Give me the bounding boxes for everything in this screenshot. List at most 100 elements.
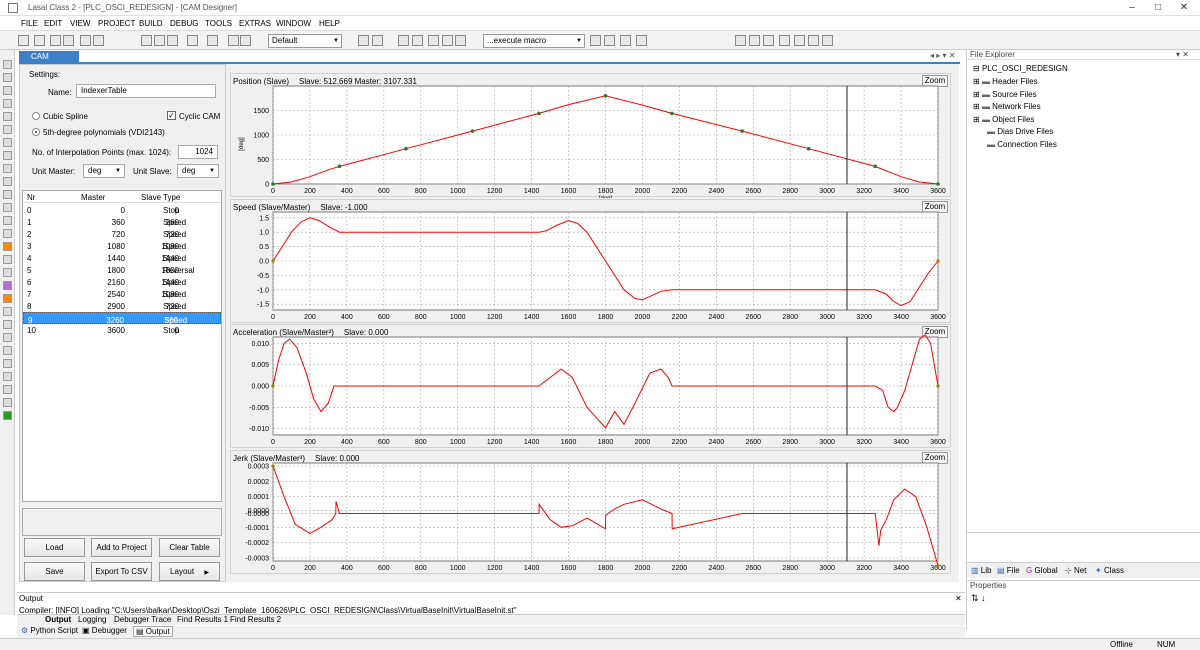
tab-file[interactable]: ▤ File	[997, 566, 1020, 575]
zoom-window-icon[interactable]	[822, 35, 833, 46]
cubic-spline-radio[interactable]	[32, 112, 40, 120]
tool-icon-2[interactable]	[3, 86, 12, 95]
tab-logging[interactable]: Logging	[78, 615, 106, 624]
zoom-in-icon[interactable]	[779, 35, 790, 46]
tools-icon[interactable]	[398, 35, 409, 46]
tool-icon-22[interactable]	[3, 346, 12, 355]
tab-output[interactable]: Output	[45, 615, 71, 624]
tool-icon-23[interactable]	[3, 359, 12, 368]
globe-icon[interactable]	[455, 35, 466, 46]
tool-icon-8[interactable]	[3, 164, 12, 173]
tree-source-files[interactable]: ⊞ ▬ Source Files	[973, 90, 1037, 99]
step-in-icon[interactable]	[620, 35, 631, 46]
tree-connection-files[interactable]: ▬ Connection Files	[987, 140, 1057, 149]
paste-icon[interactable]	[167, 35, 178, 46]
tool-icon-14[interactable]	[3, 242, 12, 251]
save-icon[interactable]	[50, 35, 61, 46]
tool-icon-5[interactable]	[3, 125, 12, 134]
tool-icon-1[interactable]	[3, 73, 12, 82]
tree-root[interactable]: ⊟ PLC_OSCI_REDESIGN	[973, 64, 1068, 73]
tab-find-results-1[interactable]: Find Results 1	[177, 615, 228, 624]
menu-help[interactable]: HELP	[319, 19, 340, 28]
tab-debugger-trace[interactable]: Debugger Trace	[114, 615, 171, 624]
properties-toolbar[interactable]: ⇅ ↓	[971, 593, 986, 604]
cam-points-table[interactable]: Nr Master Slave Type 0 0 0 Stop 1 360 360 Speed…	[22, 190, 222, 502]
menu-window[interactable]: WINDOW	[276, 19, 311, 28]
undo-icon[interactable]	[187, 35, 198, 46]
tab-class[interactable]: ✦ Class	[1095, 566, 1124, 575]
text-icon[interactable]	[763, 35, 774, 46]
tree-network-files[interactable]: ⊞ ▬ Network Files	[973, 102, 1041, 111]
tool-icon-26[interactable]	[3, 398, 12, 407]
tool-icon-0[interactable]	[3, 60, 12, 69]
menu-project[interactable]: PROJECT	[98, 19, 135, 28]
data-point[interactable]	[936, 182, 940, 186]
tool-icon-12[interactable]	[3, 216, 12, 225]
data-point[interactable]	[537, 111, 541, 116]
table-row[interactable]: 2 720 720 Speed	[23, 228, 221, 240]
tab-net[interactable]: ⊹ Net	[1065, 566, 1086, 575]
cursor-icon[interactable]	[735, 35, 746, 46]
table-row[interactable]: 6 2160 1440 Speed	[23, 276, 221, 288]
tool-icon-13[interactable]	[3, 229, 12, 238]
export-csv-button[interactable]: Export To CSV	[91, 562, 152, 581]
menu-extras[interactable]: EXTRAS	[239, 19, 271, 28]
unit-master-select[interactable]: deg ▼	[83, 164, 125, 178]
doc-window-controls[interactable]: ◂ ▸ ▾ ✕	[930, 51, 965, 62]
data-point[interactable]	[337, 164, 342, 169]
table-row[interactable]: 4 1440 1440 Speed	[23, 252, 221, 264]
save-all-icon[interactable]	[63, 35, 74, 46]
tab-output-bottom[interactable]: ▤ Output	[133, 626, 173, 637]
tool-icon-15[interactable]	[3, 255, 12, 264]
screen-icon[interactable]	[372, 35, 383, 46]
tool-icon-3[interactable]	[3, 99, 12, 108]
monitor-icon[interactable]	[358, 35, 369, 46]
data-point[interactable]	[670, 111, 674, 116]
copy-icon[interactable]	[154, 35, 165, 46]
save-button[interactable]: Save	[24, 562, 85, 581]
poly-radio[interactable]	[32, 128, 40, 136]
menu-tools[interactable]: TOOLS	[205, 19, 232, 28]
table-row[interactable]: 3 1080 1080 Speed	[23, 240, 221, 252]
data-point[interactable]	[271, 182, 275, 186]
tool-icon-25[interactable]	[3, 385, 12, 394]
tab-debugger[interactable]: ▣ Debugger	[82, 626, 127, 635]
tab-lib[interactable]: ▥ Lib	[971, 566, 991, 575]
tool-icon-20[interactable]	[3, 320, 12, 329]
redo-icon[interactable]	[207, 35, 218, 46]
table-row[interactable]: 8 2900 720 Speed	[23, 300, 221, 312]
tool-icon-24[interactable]	[3, 372, 12, 381]
pin-icon[interactable]: ▾ ✕	[1176, 50, 1189, 59]
table-row[interactable]: 9 3260 360 Speed	[23, 312, 221, 325]
tool-icon-4[interactable]	[3, 112, 12, 121]
cut-icon[interactable]	[141, 35, 152, 46]
clear-table-button[interactable]: Clear Table	[159, 538, 220, 557]
interp-field[interactable]: 1024	[178, 145, 218, 159]
table-row[interactable]: 10 3600 0 Stop	[23, 324, 221, 336]
tool-icon-6[interactable]	[3, 138, 12, 147]
config-combo[interactable]: Default ▼	[268, 34, 342, 48]
tool-icon-9[interactable]	[3, 177, 12, 186]
data-point[interactable]	[470, 129, 475, 133]
tree-header-files[interactable]: ⊞ ▬ Header Files	[973, 77, 1038, 86]
zoom-out-icon[interactable]	[794, 35, 805, 46]
chart-icon[interactable]	[442, 35, 453, 46]
layout-button[interactable]: Layout ▶	[159, 562, 220, 581]
step-icon[interactable]	[590, 35, 601, 46]
print-preview-icon[interactable]	[93, 35, 104, 46]
unit-slave-select[interactable]: deg ▼	[177, 164, 219, 178]
data-point[interactable]	[603, 94, 608, 98]
tool-icon-21[interactable]	[3, 333, 12, 342]
data-point[interactable]	[740, 129, 744, 133]
tool-icon-18[interactable]	[3, 294, 12, 303]
new-icon[interactable]	[18, 35, 29, 46]
chart-svg[interactable]: 0 200 400 600 800 1000 1200 1400 1600 1800 2000 220…	[231, 74, 952, 198]
tree-object-files[interactable]: ⊞ ▬ Object Files	[973, 115, 1034, 124]
grid-icon[interactable]	[428, 35, 439, 46]
macro-combo[interactable]: ...execute macro ▼	[483, 34, 585, 48]
data-point[interactable]	[806, 146, 811, 151]
chart-svg[interactable]: 0 200 400 600 800 1000 1200 1400 1600 1800 2000 220…	[231, 325, 952, 449]
name-field[interactable]: IndexerTable	[76, 84, 216, 98]
compile-icon[interactable]	[412, 35, 423, 46]
close-button[interactable]: ✕	[1172, 1, 1196, 14]
